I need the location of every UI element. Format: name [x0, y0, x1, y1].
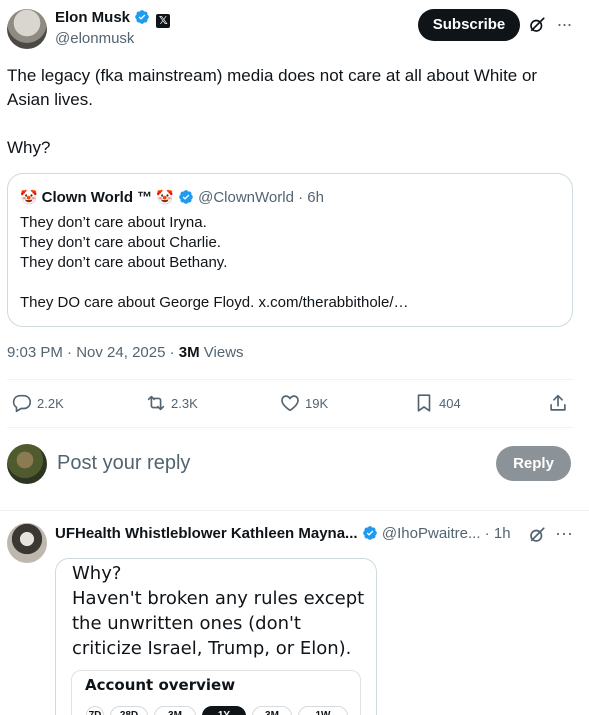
- reply-header[interactable]: UFHealth Whistleblower Kathleen Mayna...…: [55, 524, 511, 544]
- tweet-text: The legacy (fka mainstream) media does n…: [7, 66, 538, 157]
- quoted-tweet-header[interactable]: 🤡 Clown World ™ 🤡 @ClownWorld · 6h: [20, 187, 324, 208]
- reply-image-text: Why? Haven't broken any rules except the…: [72, 563, 365, 659]
- quoted-verified-badge-icon: [179, 190, 193, 204]
- reply-button[interactable]: Reply: [496, 446, 571, 481]
- reply-grok-icon[interactable]: [528, 526, 546, 544]
- meta-sep-1: ·: [62, 344, 77, 361]
- views-count[interactable]: 3M: [179, 344, 200, 361]
- author-avatar[interactable]: [7, 9, 47, 49]
- meta-sep-2: ·: [165, 344, 179, 361]
- reply-image-chip: 3M: [154, 706, 196, 715]
- reply-icon: [12, 394, 32, 413]
- reply-author-name[interactable]: UFHealth Whistleblower Kathleen Mayna...: [55, 525, 358, 542]
- like-count: 19K: [305, 395, 329, 411]
- quoted-time-separator: ·: [293, 189, 308, 206]
- tweet-date[interactable]: Nov 24, 2025: [76, 344, 165, 361]
- verified-badge-icon: [135, 10, 150, 24]
- bookmark-icon: [417, 394, 431, 412]
- like-action[interactable]: 19K: [279, 392, 328, 414]
- share-icon: [550, 394, 566, 411]
- heart-icon: [281, 395, 299, 412]
- repost-icon: [147, 395, 165, 411]
- quoted-author-handle[interactable]: @ClownWorld: [198, 189, 294, 206]
- share-action[interactable]: [547, 392, 569, 414]
- divider-bottom-actions: [7, 427, 573, 428]
- reply-image-chip: 3M: [252, 706, 292, 715]
- author-name-row[interactable]: Elon Musk 𝕏: [55, 9, 171, 28]
- reply-timestamp[interactable]: 1h: [494, 525, 511, 542]
- reply-image-chip-active: 1Y: [202, 706, 246, 715]
- quoted-avatar-clown-icon: 🤡: [20, 189, 38, 205]
- reply-input[interactable]: Post your reply: [57, 451, 190, 475]
- quoted-tweet-text: They don’t care about Iryna. They don’t …: [20, 214, 409, 311]
- reply-action[interactable]: 2.2K: [11, 392, 64, 414]
- reply-image-account-title: Account overview: [85, 676, 236, 694]
- reply-count: 2.2K: [37, 395, 64, 411]
- quoted-author-name[interactable]: Clown World ™: [42, 189, 153, 206]
- grok-icon[interactable]: [528, 16, 546, 34]
- more-options-icon[interactable]: ···: [554, 14, 574, 34]
- quoted-timestamp[interactable]: 6h: [307, 189, 324, 206]
- subscribe-button[interactable]: Subscribe: [418, 9, 520, 41]
- affiliate-x-icon: 𝕏: [156, 14, 171, 28]
- reply-more-options-icon[interactable]: ···: [554, 523, 574, 543]
- clown-emoji-icon: 🤡: [156, 189, 174, 205]
- reply-author-avatar[interactable]: [7, 523, 47, 563]
- author-handle[interactable]: @elonmusk: [55, 30, 134, 48]
- repost-action[interactable]: 2.3K: [145, 392, 198, 414]
- reply-image-chip: 1W: [298, 706, 348, 715]
- tweet-time[interactable]: 9:03 PM: [7, 344, 63, 361]
- reply-author-handle[interactable]: @IhoPwaitre...: [382, 525, 481, 542]
- author-name[interactable]: Elon Musk: [55, 9, 130, 26]
- repost-count: 2.3K: [171, 395, 198, 411]
- tweet-meta: 9:03 PM · Nov 24, 2025 · 3M Views: [7, 343, 244, 363]
- divider-top-actions: [7, 379, 573, 380]
- reply-time-separator: ·: [480, 525, 494, 542]
- bookmark-action[interactable]: 404: [413, 392, 461, 414]
- current-user-avatar[interactable]: [7, 444, 47, 484]
- views-label: Views: [199, 344, 244, 361]
- bookmark-count: 404: [439, 395, 461, 411]
- reply-verified-badge-icon: [362, 526, 377, 540]
- divider-composer: [0, 510, 589, 511]
- reply-image-chip: 28D: [110, 706, 148, 715]
